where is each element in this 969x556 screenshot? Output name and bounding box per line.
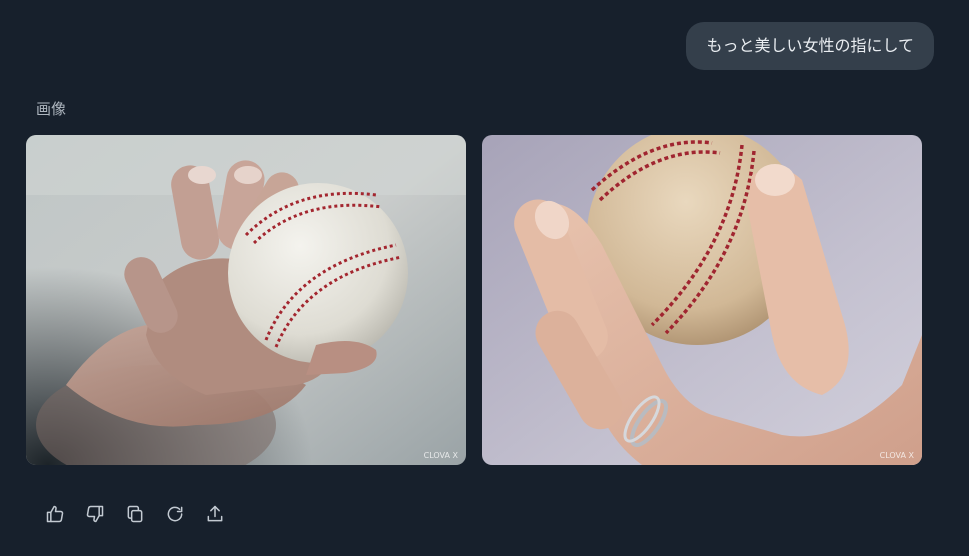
user-message-bubble: もっと美しい女性の指にして [686,22,934,70]
regenerate-icon [167,506,183,522]
image-watermark-1: CLOVA X [423,451,458,460]
regenerate-button[interactable] [164,503,186,525]
generated-image-2[interactable]: CLOVA X [482,135,922,465]
thumbs-down-icon [86,505,104,523]
thumbs-up-icon [46,505,64,523]
generated-image-1[interactable]: CLOVA X [26,135,466,465]
images-section-label: 画像 [36,100,67,118]
copy-button[interactable] [124,503,146,525]
image-watermark-2: CLOVA X [879,451,914,460]
share-icon [207,505,223,522]
share-button[interactable] [204,503,226,525]
baseball-hand-image-2 [482,135,922,465]
message-actions-toolbar [44,503,226,525]
copy-icon [127,505,143,523]
thumbs-up-button[interactable] [44,503,66,525]
thumbs-down-button[interactable] [84,503,106,525]
baseball-hand-image-1 [26,135,466,465]
chat-page: もっと美しい女性の指にして 画像 CLOVA X CLOVA X [0,0,969,556]
